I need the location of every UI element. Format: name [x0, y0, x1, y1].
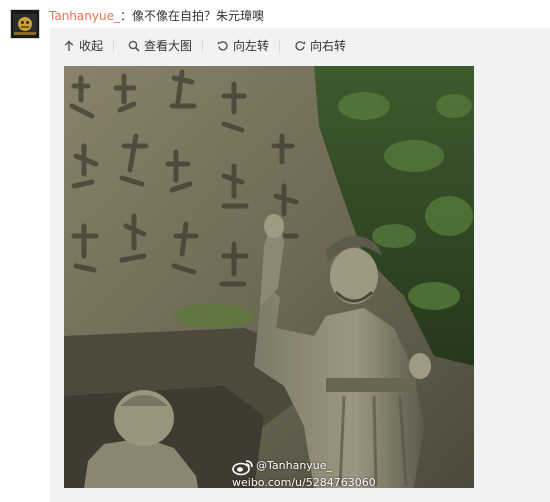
- avatar[interactable]: [10, 9, 40, 39]
- post-text: Tanhanyue_：像不像在自拍？朱元璋噢: [49, 8, 264, 24]
- avatar-image: [11, 10, 39, 38]
- toolbar-divider: [202, 39, 204, 52]
- watermark-url: weibo.com/u/5284763060: [232, 476, 376, 488]
- rotate-left-icon: [217, 40, 229, 52]
- weibo-logo-icon: [232, 460, 253, 476]
- watermark-handle: @Tanhanyue_: [256, 459, 333, 472]
- rotate-left-button[interactable]: 向左转: [217, 34, 269, 58]
- media-card: 收起 查看大图 向左转 向右转 @Tanhanyue_ weibo.com/u/…: [50, 28, 550, 502]
- collapse-button[interactable]: 收起: [63, 34, 103, 58]
- rotate-right-button[interactable]: 向右转: [294, 34, 346, 58]
- post-photo[interactable]: @Tanhanyue_ weibo.com/u/5284763060: [64, 66, 474, 488]
- rotate-right-icon: [294, 40, 306, 52]
- watermark: @Tanhanyue_ weibo.com/u/5284763060: [232, 458, 422, 488]
- rotate-right-label: 向右转: [310, 39, 347, 53]
- view-large-label: 查看大图: [144, 39, 193, 53]
- magnifier-icon: [128, 40, 140, 52]
- arrow-up-icon: [63, 40, 75, 52]
- stone-statue-photo: [64, 66, 474, 488]
- image-toolbar: 收起 查看大图 向左转 向右转: [50, 28, 550, 63]
- username-link[interactable]: Tanhanyue_: [49, 9, 120, 23]
- rotate-left-label: 向左转: [233, 39, 270, 53]
- post-caption: ：像不像在自拍？朱元璋噢: [119, 9, 264, 23]
- toolbar-divider: [279, 39, 281, 52]
- view-large-button[interactable]: 查看大图: [128, 34, 192, 58]
- collapse-label: 收起: [79, 39, 104, 53]
- toolbar-divider: [113, 39, 115, 52]
